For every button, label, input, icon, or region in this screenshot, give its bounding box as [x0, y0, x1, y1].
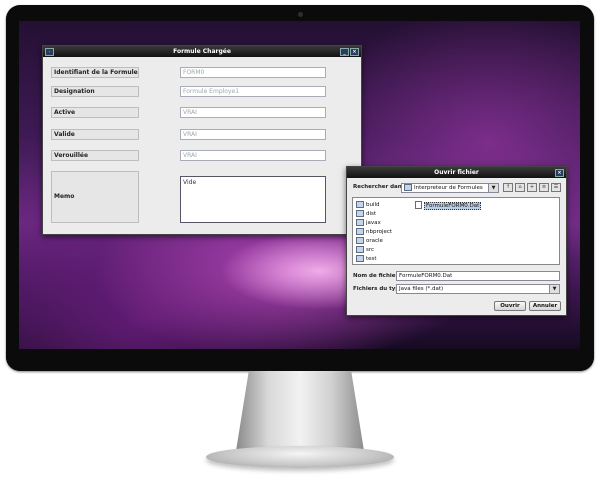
filename-label: Nom de fichier : — [353, 273, 403, 279]
label-designation: Designation — [51, 86, 139, 97]
list-item[interactable]: dist — [356, 210, 376, 218]
list-item[interactable]: src — [356, 246, 374, 254]
open-dialog-titlebar[interactable]: Ouvrir fichier × — [347, 167, 566, 178]
monitor-stand-base — [206, 446, 394, 468]
formula-window-titlebar[interactable]: Formule Chargée _ × — [43, 46, 361, 57]
look-in-value: Interpreteur de Formules — [414, 185, 483, 191]
label-valide: Valide — [51, 129, 139, 140]
field-valide[interactable]: VRAI — [180, 129, 326, 140]
close-icon[interactable]: × — [555, 169, 564, 177]
folder-icon — [356, 228, 364, 235]
open-dialog-title: Ouvrir fichier — [434, 169, 479, 176]
monitor-stand-neck — [236, 371, 364, 451]
field-verouillee[interactable]: VRAI — [180, 150, 326, 161]
folder-icon — [356, 210, 364, 217]
field-designation[interactable]: Formule Employe1 — [180, 86, 326, 97]
formula-window: Formule Chargée _ × · Identifiant de la … — [42, 45, 362, 235]
look-in-combo[interactable]: Interpreteur de Formules ▼ — [401, 183, 499, 193]
open-file-dialog: Ouvrir fichier × Rechercher dans : Inter… — [346, 166, 567, 316]
folder-icon — [356, 219, 364, 226]
file-icon — [415, 201, 422, 209]
details-view-icon[interactable]: ☰ — [551, 183, 561, 192]
list-item[interactable]: build — [356, 201, 380, 209]
filetype-value: Java files (*.dat) — [399, 286, 444, 292]
folder-icon — [356, 246, 364, 253]
memo-textarea[interactable]: Vide — [180, 176, 326, 223]
formula-window-title: Formule Chargée — [173, 48, 231, 55]
list-item[interactable]: oracle — [356, 237, 383, 245]
label-verouillee: Verouillée — [51, 150, 139, 161]
folder-icon — [356, 201, 364, 208]
list-item[interactable]: javax — [356, 219, 381, 227]
folder-icon — [356, 237, 364, 244]
camera-icon — [298, 12, 303, 17]
label-active: Active — [51, 107, 139, 118]
up-folder-icon[interactable]: ↑ — [503, 183, 513, 192]
list-item[interactable]: test — [356, 255, 377, 263]
window-menu-icon[interactable]: · — [45, 48, 54, 56]
folder-icon — [356, 255, 364, 262]
field-identifiant[interactable]: FORM0 — [180, 67, 326, 78]
label-memo: Memo — [51, 171, 139, 223]
list-item[interactable]: nbproject — [356, 228, 392, 236]
close-icon[interactable]: × — [350, 48, 359, 56]
toolbar: ↑ ⌂ + ≡ ☰ — [503, 183, 565, 193]
file-list[interactable]: build dist javax nbproject oracle src te… — [352, 197, 560, 265]
filetype-combo[interactable]: Java files (*.dat) ▼ — [396, 284, 560, 294]
list-view-icon[interactable]: ≡ — [539, 183, 549, 192]
open-button[interactable]: Ouvrir — [494, 301, 526, 311]
minimize-icon[interactable]: _ — [340, 48, 349, 56]
filename-input[interactable] — [396, 271, 560, 281]
chevron-down-icon[interactable]: ▼ — [488, 184, 498, 192]
selected-file-item[interactable]: FormuleFORM0.Dat — [415, 201, 482, 210]
label-identifiant: Identifiant de la Formule — [51, 67, 139, 78]
cancel-button[interactable]: Annuler — [529, 301, 561, 311]
monitor-chin — [6, 349, 594, 371]
new-folder-icon[interactable]: + — [527, 183, 537, 192]
home-icon[interactable]: ⌂ — [515, 183, 525, 192]
chevron-down-icon[interactable]: ▼ — [549, 285, 559, 293]
field-active[interactable]: VRAI — [180, 107, 326, 118]
folder-icon — [404, 184, 412, 191]
